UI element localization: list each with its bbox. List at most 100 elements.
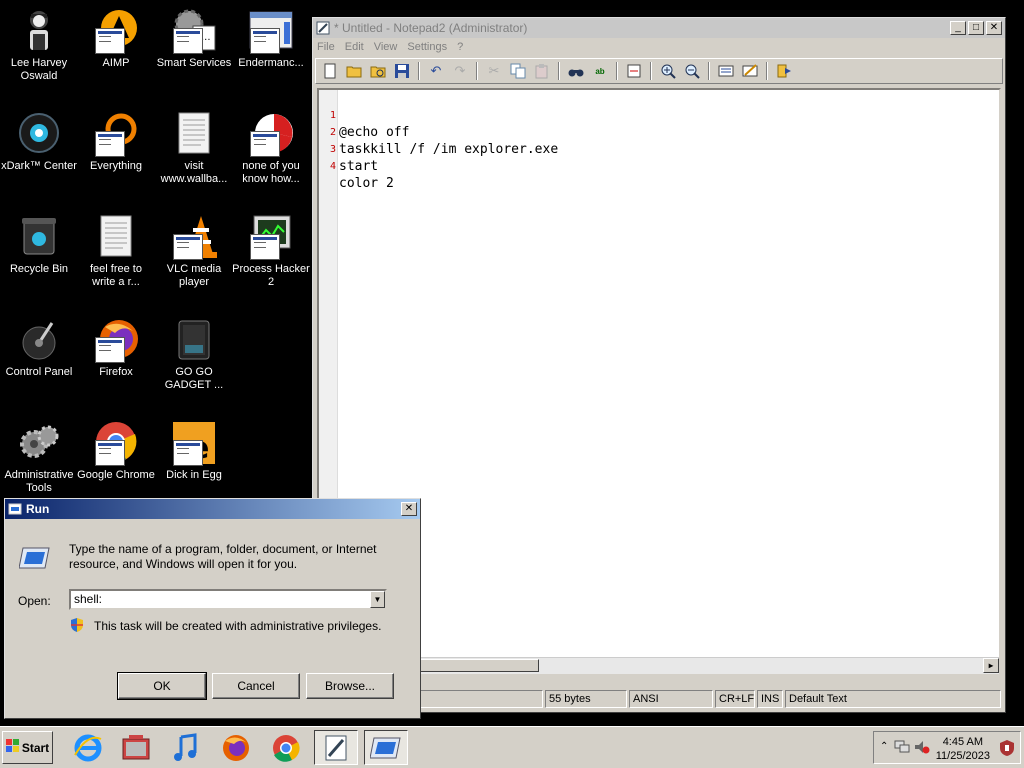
undo-icon[interactable]: ↶	[426, 61, 446, 81]
browse-button[interactable]: Browse...	[306, 673, 394, 699]
goto-icon[interactable]	[624, 61, 644, 81]
notepad2-titlebar[interactable]: * Untitled - Notepad2 (Administrator) _ …	[313, 18, 1005, 38]
exit-icon[interactable]	[774, 61, 794, 81]
save-icon[interactable]	[392, 61, 412, 81]
menubar: File Edit View Settings ?	[313, 38, 1005, 56]
menu-edit[interactable]: Edit	[345, 41, 364, 53]
taskbar-firefox-icon[interactable]	[214, 730, 258, 765]
menu-file[interactable]: File	[317, 41, 335, 53]
window-icon	[248, 8, 294, 54]
open-input-value[interactable]: shell:	[74, 592, 102, 606]
desktop-icon-everything[interactable]: Everything	[77, 111, 155, 173]
cancel-button[interactable]: Cancel	[212, 673, 300, 699]
customize-schemes-icon[interactable]	[740, 61, 760, 81]
replace-icon[interactable]: ab	[590, 61, 610, 81]
status-scheme[interactable]: Default Text	[785, 690, 1001, 708]
text-document-icon	[93, 214, 139, 260]
window-title: * Untitled - Notepad2 (Administrator)	[334, 21, 528, 35]
desktop-icon-feel-free[interactable]: feel free to write a r...	[77, 214, 155, 289]
desktop-icon-endermanch[interactable]: Endermanc...	[232, 8, 310, 70]
menu-view[interactable]: View	[374, 41, 398, 53]
desktop-icon-google-chrome[interactable]: Google Chrome	[77, 420, 155, 482]
line-text: taskkill /f /im explorer.exe	[339, 142, 559, 157]
tray-expand-icon[interactable]: ⌃	[880, 741, 888, 752]
status-line-endings[interactable]: CR+LF	[715, 690, 755, 708]
scroll-right-arrow-icon[interactable]: ▶	[983, 658, 999, 673]
taskbar-notepad2-icon[interactable]	[314, 730, 358, 765]
network-icon[interactable]	[894, 740, 910, 757]
desktop-icon-lee-harvey-oswald[interactable]: Lee Harvey Oswald	[0, 8, 78, 83]
close-button[interactable]: ✕	[986, 21, 1002, 35]
clock[interactable]: 4:45 AM 11/25/2023	[936, 735, 990, 763]
copy-icon[interactable]	[508, 61, 528, 81]
security-shield-icon[interactable]	[1000, 740, 1014, 759]
horizontal-scrollbar[interactable]: ▶	[319, 657, 999, 674]
taskbar: Start ⌃ 4:45 AM 11/25/2023	[0, 726, 1024, 768]
control-panel-icon	[16, 317, 62, 363]
taskbar-run-icon[interactable]	[364, 730, 408, 765]
chrome-icon	[93, 420, 139, 466]
app-icon: e	[171, 420, 217, 466]
editor-line: 3 start	[319, 124, 378, 174]
desktop-icon-administrative-tools[interactable]: Administrative Tools	[0, 420, 78, 495]
text-document-icon	[171, 111, 217, 157]
system-tray: ⌃ 4:45 AM 11/25/2023	[873, 731, 1021, 764]
desktop-icon-recycle-bin[interactable]: Recycle Bin	[0, 214, 78, 276]
desktop-icon-aimp[interactable]: AIMP	[77, 8, 155, 70]
uac-shield-icon	[71, 618, 83, 632]
desktop-icon-firefox[interactable]: Firefox	[77, 317, 155, 379]
menu-help[interactable]: ?	[457, 41, 463, 53]
status-file-size: 55 bytes	[545, 690, 627, 708]
open-folder-icon[interactable]	[344, 61, 364, 81]
taskbar-media-icon[interactable]	[114, 730, 158, 765]
desktop-icon-go-go-gadget[interactable]: GO GO GADGET ...	[155, 317, 233, 392]
volume-muted-icon[interactable]	[914, 740, 930, 757]
dropdown-arrow-icon[interactable]: ▼	[370, 591, 385, 608]
browse-icon[interactable]	[368, 61, 388, 81]
open-combobox[interactable]: shell: ▼	[69, 589, 387, 610]
desktop-icon-vlc[interactable]: VLC media player	[155, 214, 233, 289]
desktop-icon-xdark-center[interactable]: xDark™ Center	[0, 111, 78, 173]
find-icon[interactable]	[566, 61, 586, 81]
menu-settings[interactable]: Settings	[407, 41, 447, 53]
open-label: Open:	[18, 594, 51, 608]
taskbar-chrome-icon[interactable]	[264, 730, 308, 765]
run-titlebar[interactable]: Run ✕	[5, 499, 420, 519]
start-label: Start	[21, 740, 50, 755]
desktop-icon-control-panel[interactable]: Control Panel	[0, 317, 78, 379]
maximize-button[interactable]: □	[968, 21, 984, 35]
run-description: Type the name of a program, folder, docu…	[69, 542, 377, 571]
redo-icon[interactable]: ↷	[450, 61, 470, 81]
taskbar-internet-explorer-icon[interactable]	[66, 730, 110, 765]
close-button[interactable]: ✕	[401, 502, 417, 516]
desktop-icon-visit-wallba[interactable]: visit www.wallba...	[155, 111, 233, 186]
status-insert-mode[interactable]: INS	[757, 690, 783, 708]
minimize-button[interactable]: _	[950, 21, 966, 35]
desktop-icon-none-of-you[interactable]: none of you know how...	[232, 111, 310, 186]
editor-line: 4 color 2	[319, 141, 394, 191]
zoom-in-icon[interactable]	[658, 61, 678, 81]
firefox-icon	[93, 317, 139, 363]
start-button[interactable]: Start	[2, 731, 53, 764]
search-icon	[93, 111, 139, 157]
zoom-out-icon[interactable]	[682, 61, 702, 81]
gears-icon	[16, 420, 62, 466]
desktop-icon-smart-services[interactable]: ... Smart Services	[155, 8, 233, 70]
clock-date: 11/25/2023	[935, 750, 990, 762]
desktop-icon-dick-in-egg[interactable]: e Dick in Egg	[155, 420, 233, 482]
cut-icon[interactable]: ✂	[484, 61, 504, 81]
run-small-icon	[8, 503, 22, 515]
windows-logo-icon	[5, 739, 20, 756]
run-icon	[18, 546, 51, 570]
gear-icon: ...	[171, 8, 217, 54]
notepad-app-icon	[316, 21, 330, 35]
desktop-icon-process-hacker[interactable]: Process Hacker 2	[232, 214, 310, 289]
schemes-icon[interactable]	[716, 61, 736, 81]
paste-icon[interactable]	[532, 61, 552, 81]
new-file-icon[interactable]	[320, 61, 340, 81]
toolbar: ↶ ↷ ✂ ab	[315, 58, 1003, 84]
taskbar-music-icon[interactable]	[164, 730, 208, 765]
status-encoding[interactable]: ANSI	[629, 690, 713, 708]
editor-line: 2 taskkill /f /im explorer.exe	[319, 107, 558, 157]
ok-button[interactable]: OK	[117, 672, 207, 700]
